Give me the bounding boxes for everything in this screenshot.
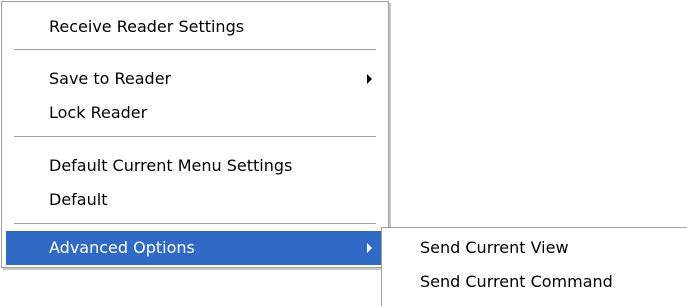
menu-item-send-current-command[interactable]: Send Current Command [386,265,683,299]
menu-item-label: Lock Reader [49,103,148,122]
menu-item-lock-reader[interactable]: Lock Reader [6,96,384,130]
menu-item-label: Default Current Menu Settings [49,156,293,175]
submenu-arrow-icon [367,74,372,84]
menu-item-label: Send Current View [420,238,569,257]
menu-item-save-to-reader[interactable]: Save to Reader [6,62,384,96]
menu-item-advanced-options[interactable]: Advanced Options [6,231,384,265]
menu-item-label: Save to Reader [49,69,172,88]
menu-item-label: Default [49,190,108,209]
submenu-arrow-icon [367,243,372,253]
context-menu: Receive Reader Settings Save to Reader L… [1,1,389,268]
menu-item-label: Advanced Options [49,238,195,257]
submenu-advanced-options: Send Current View Send Current Command [381,227,687,306]
menu-item-send-current-view[interactable]: Send Current View [386,231,683,265]
menu-separator [14,223,376,225]
menu-item-default-current-menu-settings[interactable]: Default Current Menu Settings [6,149,384,183]
menu-separator [14,49,376,51]
menu-item-default[interactable]: Default [6,183,384,217]
menu-item-label: Receive Reader Settings [49,17,245,36]
menu-separator [14,136,376,138]
menu-item-label: Send Current Command [420,272,613,291]
menu-item-receive-reader-settings[interactable]: Receive Reader Settings [6,10,384,44]
